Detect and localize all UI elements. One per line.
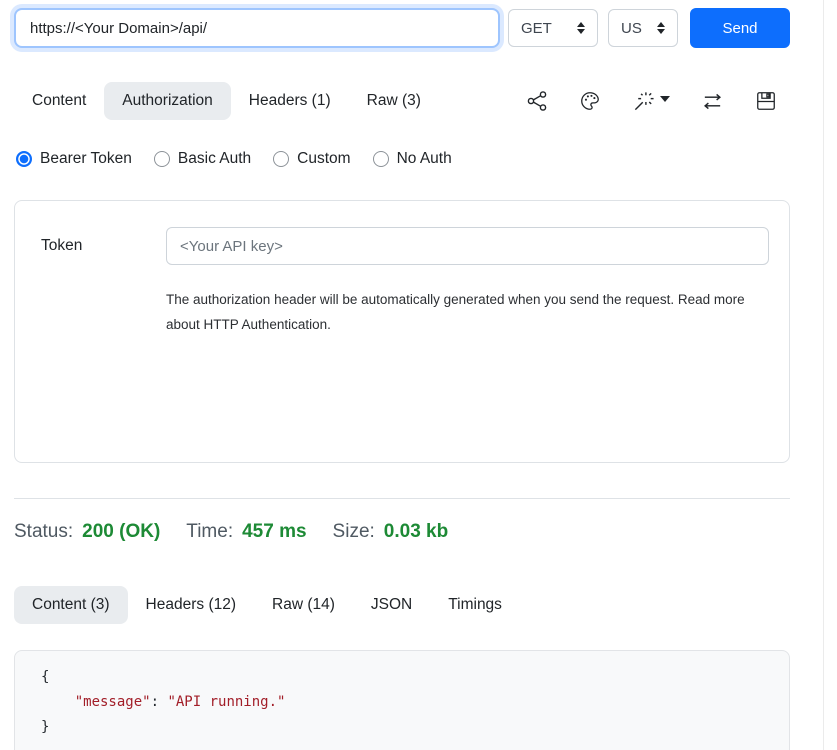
page-right-border <box>823 0 824 750</box>
size-value: 0.03 kb <box>384 521 448 543</box>
share-icon[interactable] <box>526 90 548 112</box>
status-pair: Status: 200 (OK) <box>14 521 160 543</box>
json-line-message: "message": "API running." <box>41 690 789 715</box>
token-help-text: The authorization header will be automat… <box>166 287 766 337</box>
swap-arrows-icon[interactable] <box>701 90 724 113</box>
json-line-close: } <box>41 715 789 740</box>
time-pair: Time: 457 ms <box>186 521 306 543</box>
json-key: "message" <box>41 694 151 710</box>
size-pair: Size: 0.03 kb <box>333 521 449 543</box>
tab-response-content[interactable]: Content (3) <box>14 586 128 624</box>
bearer-token-panel: Token The authorization header will be a… <box>14 200 790 463</box>
radio-custom[interactable]: Custom <box>273 150 350 168</box>
radio-no-auth[interactable]: No Auth <box>373 150 452 168</box>
request-tabs: Content Authorization Headers (1) Raw (3… <box>14 82 790 120</box>
token-label: Token <box>41 237 82 255</box>
send-button[interactable]: Send <box>690 8 790 48</box>
radio-unselected-icon <box>273 151 289 167</box>
radio-label: Custom <box>297 150 350 168</box>
updown-arrows-icon <box>577 22 585 34</box>
json-colon: : <box>151 694 168 710</box>
region-select[interactable]: US <box>608 9 678 47</box>
tab-response-json[interactable]: JSON <box>353 586 430 624</box>
radio-label: No Auth <box>397 150 452 168</box>
tab-response-headers[interactable]: Headers (12) <box>128 586 254 624</box>
region-select-value: US <box>621 20 642 37</box>
time-value: 457 ms <box>242 521 306 543</box>
radio-unselected-icon <box>154 151 170 167</box>
radio-selected-icon <box>16 151 32 167</box>
time-label: Time: <box>186 521 233 543</box>
dropdown-caret-icon <box>660 96 670 102</box>
status-value: 200 (OK) <box>82 521 160 543</box>
tab-response-raw[interactable]: Raw (14) <box>254 586 353 624</box>
size-label: Size: <box>333 521 375 543</box>
section-divider <box>14 498 790 499</box>
method-select-value: GET <box>521 20 552 37</box>
save-icon[interactable] <box>755 90 777 112</box>
response-status-row: Status: 200 (OK) Time: 457 ms Size: 0.03… <box>14 521 448 543</box>
method-select[interactable]: GET <box>508 9 598 47</box>
radio-label: Basic Auth <box>178 150 251 168</box>
radio-label: Bearer Token <box>40 150 132 168</box>
auth-type-options: Bearer Token Basic Auth Custom No Auth <box>16 150 452 168</box>
api-tester-page: GET US Send Content Authorization Header… <box>0 0 837 750</box>
json-value: "API running." <box>167 694 285 710</box>
radio-basic-auth[interactable]: Basic Auth <box>154 150 251 168</box>
token-input[interactable] <box>166 227 769 265</box>
tab-response-timings[interactable]: Timings <box>430 586 520 624</box>
request-toolbar <box>526 90 790 113</box>
magic-wand-dropdown-icon[interactable] <box>632 90 670 113</box>
tab-content[interactable]: Content <box>14 82 104 120</box>
response-tabs: Content (3) Headers (12) Raw (14) JSON T… <box>14 586 520 624</box>
radio-unselected-icon <box>373 151 389 167</box>
tab-authorization[interactable]: Authorization <box>104 82 230 120</box>
tab-headers[interactable]: Headers (1) <box>231 82 349 120</box>
json-line-open: { <box>41 665 789 690</box>
status-label: Status: <box>14 521 73 543</box>
updown-arrows-icon <box>657 22 665 34</box>
url-input[interactable] <box>14 8 500 48</box>
radio-bearer-token[interactable]: Bearer Token <box>16 150 132 168</box>
palette-icon[interactable] <box>579 90 601 112</box>
tab-raw[interactable]: Raw (3) <box>349 82 439 120</box>
response-body-viewer[interactable]: { "message": "API running." } <box>14 650 790 750</box>
